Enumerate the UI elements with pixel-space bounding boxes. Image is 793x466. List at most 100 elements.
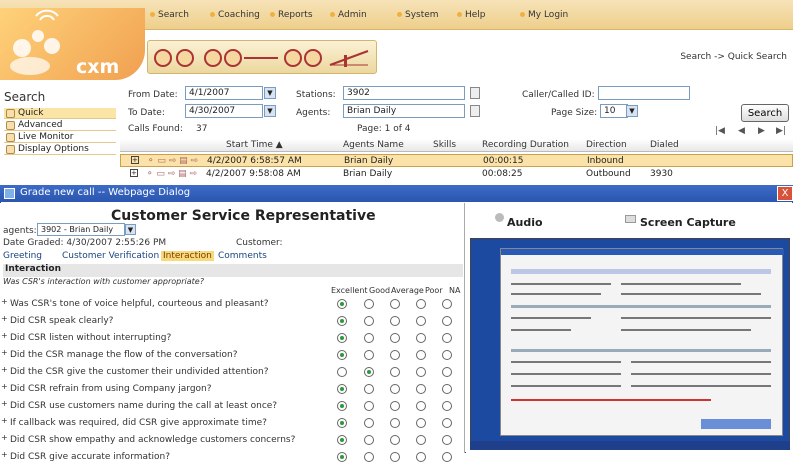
- expand-icon[interactable]: +: [1, 297, 8, 306]
- column-recording-duration[interactable]: Recording Duration: [482, 140, 569, 150]
- rating-radio-poor[interactable]: [416, 452, 426, 462]
- expand-icon[interactable]: +: [1, 331, 8, 340]
- agent-select-dropdown[interactable]: ▼: [125, 224, 136, 235]
- nav-my-login[interactable]: My Login: [520, 10, 568, 20]
- next-page-button[interactable]: ▶: [758, 126, 765, 136]
- rating-radio-poor[interactable]: [416, 401, 426, 411]
- rating-radio-average[interactable]: [390, 367, 400, 377]
- caller-input[interactable]: [598, 86, 690, 100]
- rating-radio-na[interactable]: [442, 367, 452, 377]
- speed-slider-icon[interactable]: [328, 47, 372, 69]
- rating-radio-excellent[interactable]: [337, 435, 347, 445]
- play-icon[interactable]: ⚬ ▭ ⇨ ▤ ⇨: [146, 169, 197, 179]
- rating-radio-poor[interactable]: [416, 299, 426, 309]
- tab-greeting[interactable]: Greeting: [3, 251, 42, 261]
- to-date-input[interactable]: 4/30/2007: [185, 104, 263, 118]
- rating-radio-average[interactable]: [390, 384, 400, 394]
- rating-radio-excellent[interactable]: [337, 350, 347, 360]
- search-button[interactable]: Search: [741, 104, 789, 122]
- column-dialed[interactable]: Dialed: [650, 140, 679, 150]
- rating-radio-good[interactable]: [364, 418, 374, 428]
- volume-slider[interactable]: [244, 57, 278, 59]
- rating-radio-average[interactable]: [390, 435, 400, 445]
- rating-radio-excellent[interactable]: [337, 418, 347, 428]
- rating-radio-good[interactable]: [364, 350, 374, 360]
- agents-picker-icon[interactable]: [470, 105, 480, 117]
- tab-interaction[interactable]: Interaction: [161, 251, 214, 261]
- page-size-dropdown[interactable]: ▼: [626, 105, 638, 117]
- nav-search[interactable]: Search: [150, 10, 189, 20]
- nav-reports[interactable]: Reports: [270, 10, 313, 20]
- sidebar-item-live-monitor[interactable]: Live Monitor: [4, 132, 116, 143]
- rating-radio-average[interactable]: [390, 452, 400, 462]
- rating-radio-na[interactable]: [442, 384, 452, 394]
- rating-radio-na[interactable]: [442, 401, 452, 411]
- sidebar-item-quick[interactable]: Quick: [4, 108, 116, 119]
- rating-radio-excellent[interactable]: [337, 452, 347, 462]
- column-skills[interactable]: Skills: [433, 140, 456, 150]
- expand-icon[interactable]: +: [130, 169, 138, 177]
- expand-icon[interactable]: +: [1, 365, 8, 374]
- expand-icon[interactable]: +: [1, 314, 8, 323]
- nav-help[interactable]: Help: [457, 10, 486, 20]
- rating-radio-excellent[interactable]: [337, 299, 347, 309]
- rating-radio-average[interactable]: [390, 401, 400, 411]
- from-date-input[interactable]: 4/1/2007: [185, 86, 263, 100]
- rating-radio-poor[interactable]: [416, 384, 426, 394]
- expand-icon[interactable]: +: [131, 156, 139, 164]
- expand-icon[interactable]: +: [1, 433, 8, 442]
- rating-radio-good[interactable]: [364, 401, 374, 411]
- page-size-select[interactable]: 10: [600, 104, 628, 118]
- rating-radio-na[interactable]: [442, 316, 452, 326]
- rewind-icon[interactable]: [154, 49, 172, 67]
- pause-icon[interactable]: [176, 49, 194, 67]
- table-row[interactable]: + ⚬ ▭ ⇨ ▤ ⇨ 4/2/2007 6:58:57 AM Brian Da…: [120, 154, 793, 167]
- first-page-button[interactable]: |◀: [715, 126, 725, 136]
- rating-radio-na[interactable]: [442, 418, 452, 428]
- nav-system[interactable]: System: [397, 10, 439, 20]
- tab-comments[interactable]: Comments: [218, 251, 267, 261]
- rating-radio-good[interactable]: [364, 435, 374, 445]
- last-page-button[interactable]: ▶|: [776, 126, 786, 136]
- from-date-dropdown[interactable]: ▼: [264, 87, 276, 99]
- sidebar-item-advanced[interactable]: Advanced: [4, 120, 116, 131]
- rating-radio-good[interactable]: [364, 452, 374, 462]
- rating-radio-excellent[interactable]: [337, 384, 347, 394]
- column-agents-name[interactable]: Agents Name: [343, 140, 404, 150]
- rating-radio-poor[interactable]: [416, 350, 426, 360]
- column-direction[interactable]: Direction: [586, 140, 627, 150]
- rating-radio-na[interactable]: [442, 435, 452, 445]
- rating-radio-average[interactable]: [390, 418, 400, 428]
- tab-customer-verification[interactable]: Customer Verification: [62, 251, 159, 261]
- rating-radio-na[interactable]: [442, 350, 452, 360]
- rating-radio-excellent[interactable]: [337, 333, 347, 343]
- expand-icon[interactable]: +: [1, 348, 8, 357]
- rating-radio-excellent[interactable]: [337, 401, 347, 411]
- screen-capture-label[interactable]: Screen Capture: [640, 216, 736, 229]
- rating-radio-good[interactable]: [364, 384, 374, 394]
- play-icon[interactable]: ⚬ ▭ ⇨ ▤ ⇨: [147, 156, 198, 166]
- expand-icon[interactable]: +: [1, 382, 8, 391]
- nav-admin[interactable]: Admin: [330, 10, 367, 20]
- rating-radio-poor[interactable]: [416, 333, 426, 343]
- rating-radio-average[interactable]: [390, 333, 400, 343]
- volume-down-icon[interactable]: [204, 49, 222, 67]
- agents-input[interactable]: Brian Daily: [343, 104, 465, 118]
- close-button[interactable]: X: [777, 186, 793, 201]
- expand-icon[interactable]: +: [1, 450, 8, 459]
- rating-radio-na[interactable]: [442, 452, 452, 462]
- zoom-icon[interactable]: [284, 49, 302, 67]
- column-start-time[interactable]: Start Time ▲: [226, 140, 283, 150]
- volume-up-icon[interactable]: [224, 49, 242, 67]
- rating-radio-poor[interactable]: [416, 418, 426, 428]
- sidebar-item-display-options[interactable]: Display Options: [4, 144, 116, 155]
- stations-picker-icon[interactable]: [470, 87, 480, 99]
- rating-radio-excellent[interactable]: [337, 316, 347, 326]
- record-icon[interactable]: [304, 49, 322, 67]
- rating-radio-good[interactable]: [364, 367, 374, 377]
- to-date-dropdown[interactable]: ▼: [264, 105, 276, 117]
- rating-radio-poor[interactable]: [416, 435, 426, 445]
- rating-radio-average[interactable]: [390, 316, 400, 326]
- rating-radio-good[interactable]: [364, 316, 374, 326]
- rating-radio-poor[interactable]: [416, 316, 426, 326]
